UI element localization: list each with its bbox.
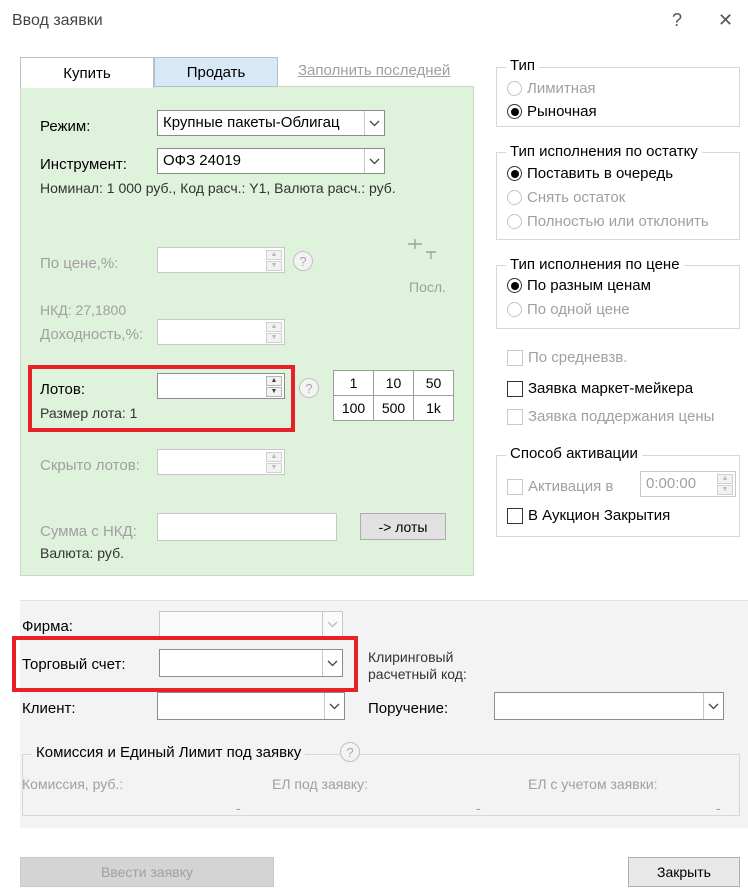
clearing-code-label: Клиринговый расчетный код: bbox=[368, 649, 467, 682]
lot-btn-50[interactable]: 50 bbox=[413, 370, 454, 396]
radio-various-prices[interactable]: По разным ценам bbox=[507, 277, 651, 294]
chevron-down-icon bbox=[322, 650, 342, 676]
el-with-value: - bbox=[716, 800, 721, 816]
fill-last-link[interactable]: Заполнить последней bbox=[298, 62, 450, 79]
help-title-icon[interactable]: ? bbox=[672, 10, 682, 31]
commission-title: Комиссия и Единый Лимит под заявку bbox=[32, 744, 306, 761]
lot-btn-500[interactable]: 500 bbox=[373, 395, 414, 421]
lots-spinner[interactable]: ▲ ▼ bbox=[266, 376, 282, 397]
mode-value: Крупные пакеты-Облигац bbox=[163, 114, 340, 131]
check-activate-at[interactable]: Активация в bbox=[507, 478, 613, 495]
sum-nkd-label: Сумма с НКД: bbox=[40, 523, 137, 540]
radio-single-price[interactable]: По одной цене bbox=[507, 301, 630, 318]
lots-label: Лотов: bbox=[40, 381, 86, 398]
activation-title: Способ активации bbox=[506, 445, 642, 462]
type-group-title: Тип bbox=[506, 57, 540, 74]
lot-size-info: Размер лота: 1 bbox=[40, 405, 138, 421]
lot-btn-100[interactable]: 100 bbox=[333, 395, 374, 421]
to-lots-button[interactable]: -> лоты bbox=[360, 513, 446, 540]
last-price-label: Посл. bbox=[409, 279, 446, 295]
commission-help-icon[interactable]: ? bbox=[340, 742, 360, 762]
price-exec-group bbox=[496, 265, 740, 329]
mode-label: Режим: bbox=[40, 118, 91, 135]
hidden-lots-spinner[interactable]: ▲ ▼ bbox=[266, 452, 282, 473]
check-weighted[interactable]: По средневзв. bbox=[507, 349, 627, 366]
client-label: Клиент: bbox=[22, 700, 76, 717]
mode-select[interactable]: Крупные пакеты-Облигац bbox=[157, 110, 385, 136]
chevron-down-icon bbox=[364, 149, 384, 173]
check-market-maker[interactable]: Заявка маркет-мейкера bbox=[507, 380, 693, 397]
close-window-icon[interactable]: ✕ bbox=[718, 10, 733, 31]
radio-queue[interactable]: Поставить в очередь bbox=[507, 165, 673, 182]
check-closing-auction[interactable]: В Аукцион Закрытия bbox=[507, 507, 670, 524]
chevron-down-icon bbox=[364, 111, 384, 135]
el-with-label: ЕЛ с учетом заявки: bbox=[528, 776, 658, 792]
lot-quick-grid: 1 10 50 100 500 1k bbox=[333, 370, 454, 421]
radio-cancel-rest[interactable]: Снять остаток bbox=[507, 189, 625, 206]
instrument-label: Инструмент: bbox=[40, 156, 127, 173]
price-label: По цене,%: bbox=[40, 255, 119, 272]
firm-label: Фирма: bbox=[22, 618, 73, 635]
yield-spinner[interactable]: ▲ ▼ bbox=[266, 322, 282, 343]
lot-btn-1k[interactable]: 1k bbox=[413, 395, 454, 421]
chevron-down-icon bbox=[322, 612, 342, 636]
lot-btn-10[interactable]: 10 bbox=[373, 370, 414, 396]
price-input[interactable]: ▲ ▼ bbox=[157, 247, 285, 273]
price-spinner[interactable]: ▲ ▼ bbox=[266, 250, 282, 271]
chevron-down-icon bbox=[324, 693, 344, 719]
lots-input[interactable]: ▲ ▼ bbox=[157, 373, 285, 399]
hidden-lots-input[interactable]: ▲ ▼ bbox=[157, 449, 285, 475]
chevron-down-icon bbox=[703, 693, 723, 719]
radio-market[interactable]: Рыночная bbox=[507, 103, 597, 120]
close-button[interactable]: Закрыть bbox=[628, 857, 740, 887]
submit-order-button[interactable]: Ввести заявку bbox=[20, 857, 274, 887]
tab-sell[interactable]: Продать bbox=[154, 57, 278, 87]
activation-time-input[interactable]: 0:00:00 ▲ ▼ bbox=[640, 471, 736, 497]
instrument-value: ОФЗ 24019 bbox=[163, 152, 242, 169]
nkd-info: НКД: 27,1800 bbox=[40, 302, 127, 318]
check-price-support[interactable]: Заявка поддержания цены bbox=[507, 408, 714, 425]
instruction-select[interactable] bbox=[494, 692, 724, 720]
commission-value: - bbox=[236, 800, 241, 816]
time-spinner[interactable]: ▲ ▼ bbox=[717, 474, 733, 495]
nominal-info: Номинал: 1 000 руб., Код расч.: Y1, Валю… bbox=[40, 180, 396, 196]
currency-info: Валюта: руб. bbox=[40, 545, 124, 561]
last-price-icon[interactable] bbox=[404, 235, 438, 265]
client-select[interactable] bbox=[157, 692, 345, 720]
price-help-icon[interactable]: ? bbox=[293, 251, 313, 271]
account-label: Торговый счет: bbox=[22, 656, 126, 673]
commission-label: Комиссия, руб.: bbox=[22, 776, 124, 792]
hidden-lots-label: Скрыто лотов: bbox=[40, 457, 140, 474]
account-select[interactable] bbox=[159, 649, 343, 677]
instruction-label: Поручение: bbox=[368, 700, 449, 717]
tab-buy[interactable]: Купить bbox=[20, 57, 154, 88]
window-title: Ввод заявки bbox=[12, 12, 103, 29]
yield-input[interactable]: ▲ ▼ bbox=[157, 319, 285, 345]
rest-exec-title: Тип исполнения по остатку bbox=[506, 143, 702, 160]
el-value: - bbox=[476, 800, 481, 816]
el-label: ЕЛ под заявку: bbox=[272, 776, 368, 792]
firm-select[interactable] bbox=[159, 611, 343, 637]
yield-label: Доходность,%: bbox=[40, 326, 144, 343]
lots-help-icon[interactable]: ? bbox=[299, 378, 319, 398]
price-exec-title: Тип исполнения по цене bbox=[506, 256, 684, 273]
radio-limit[interactable]: Лимитная bbox=[507, 80, 596, 97]
instrument-select[interactable]: ОФЗ 24019 bbox=[157, 148, 385, 174]
sum-nkd-input[interactable] bbox=[157, 513, 337, 541]
lot-btn-1[interactable]: 1 bbox=[333, 370, 374, 396]
radio-fill-or-kill[interactable]: Полностью или отклонить bbox=[507, 213, 709, 230]
